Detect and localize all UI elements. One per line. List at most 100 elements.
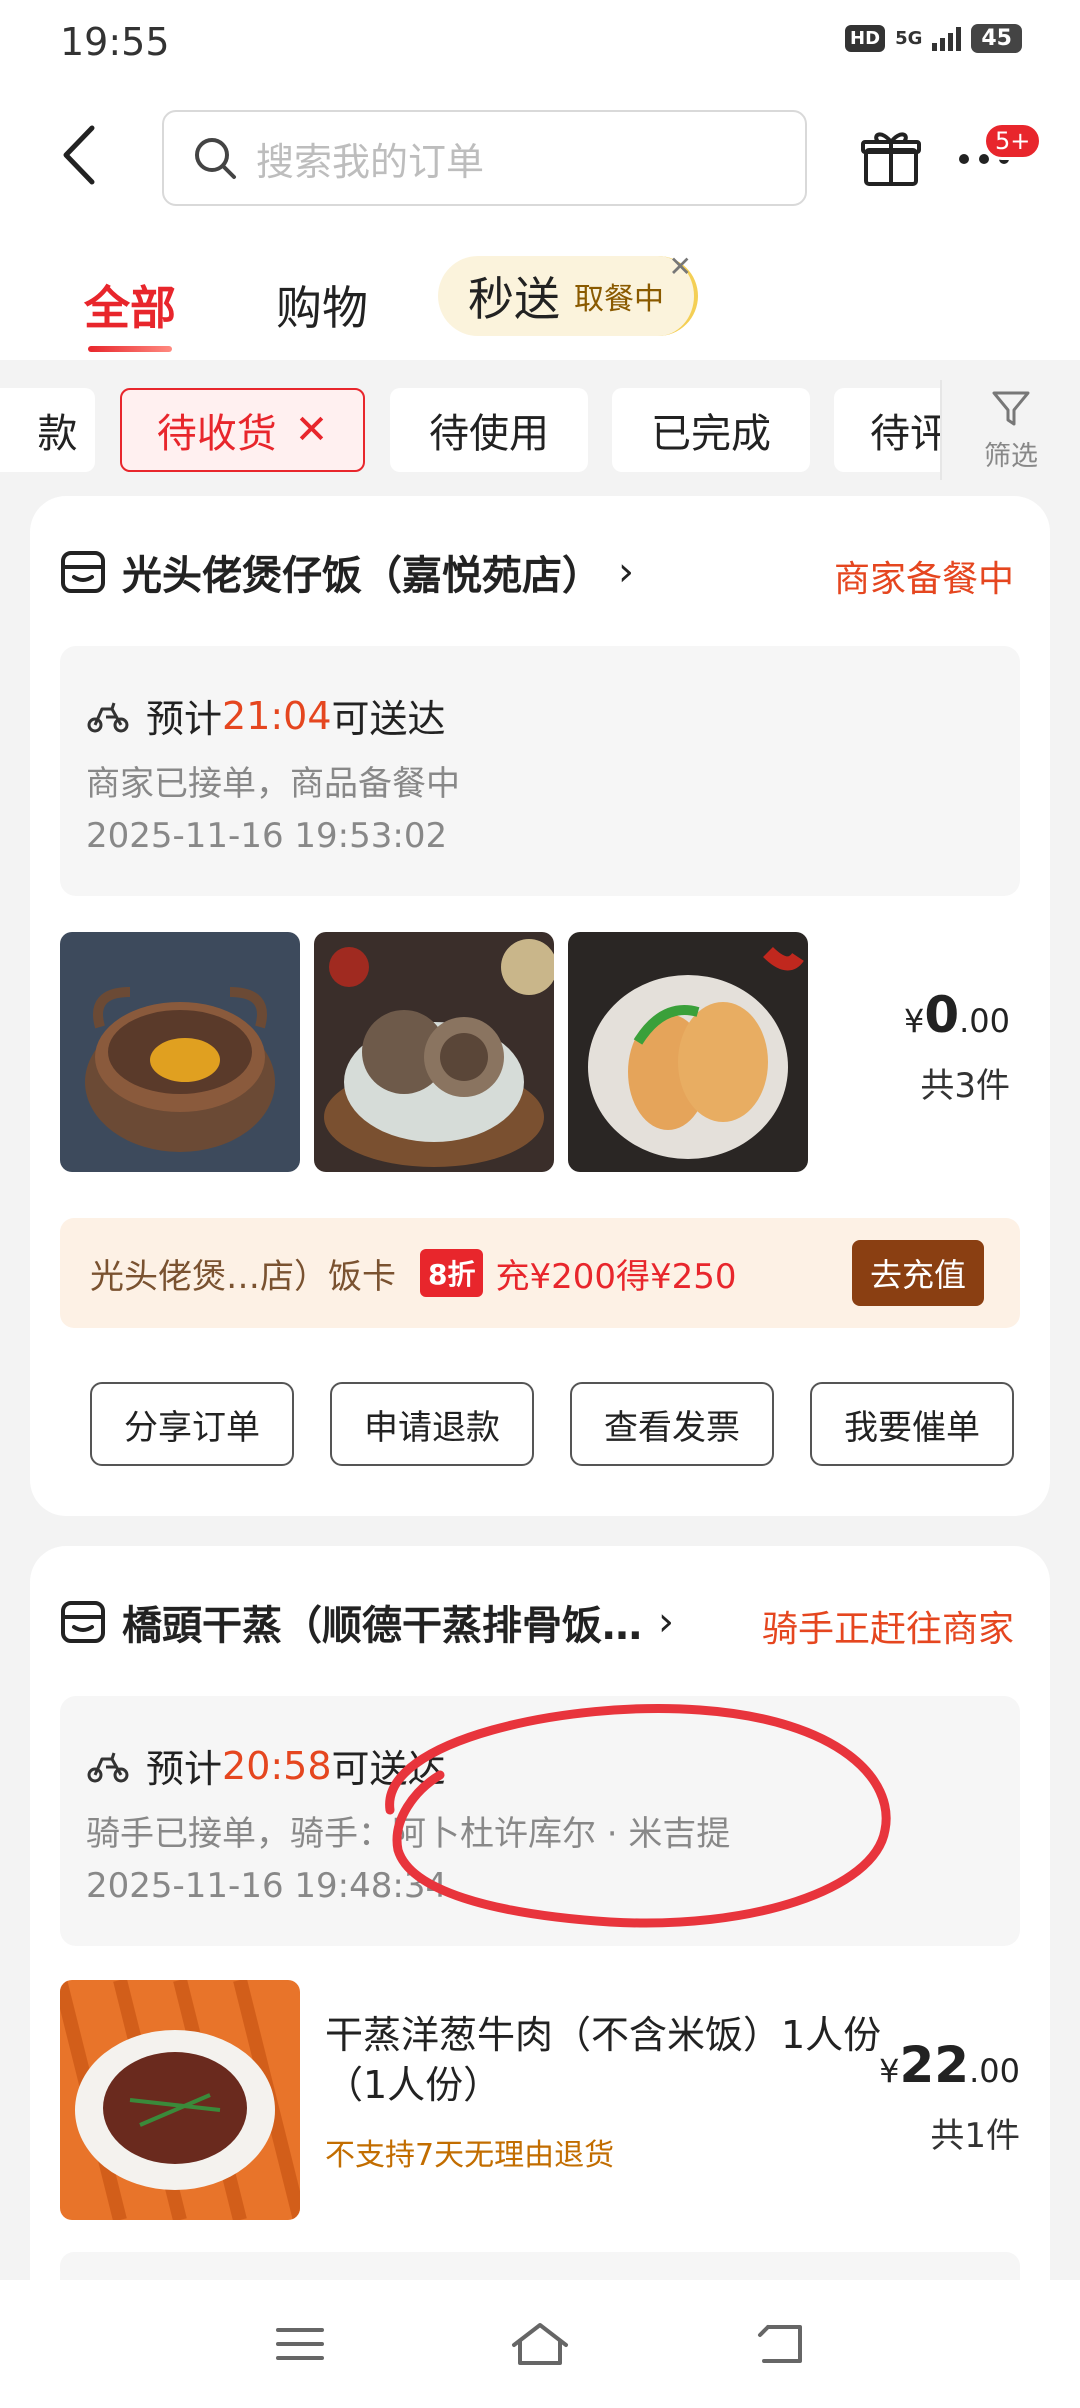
chip-completed[interactable]: 已完成 bbox=[612, 388, 810, 472]
scooter-icon bbox=[87, 702, 129, 732]
shop-row[interactable]: 橋頭干蒸（顺德干蒸排骨饭… › 骑手正赶往商家 bbox=[60, 1592, 1014, 1652]
share-order-button[interactable]: 分享订单 bbox=[90, 1382, 294, 1466]
tab-express[interactable]: 秒送 取餐中 ✕ bbox=[438, 250, 698, 336]
chevron-left-icon bbox=[63, 125, 95, 185]
chip-label: 已完成 bbox=[651, 411, 771, 457]
shop-row[interactable]: 光头佬煲仔饭（嘉悦苑店） › 商家备餐中 bbox=[60, 542, 1014, 602]
recharge-button[interactable]: 去充值 bbox=[851, 1240, 984, 1306]
item-thumbnails[interactable] bbox=[60, 932, 808, 1172]
eta-line: 预计 20:58 可送达 bbox=[86, 1738, 446, 1793]
price-integer: 22 bbox=[899, 2036, 970, 2094]
tab-express-label: 秒送 bbox=[468, 272, 560, 326]
back-button[interactable] bbox=[56, 120, 104, 190]
order-time: 2025-11-16 19:53:02 bbox=[86, 816, 448, 856]
currency-symbol: ¥ bbox=[903, 1002, 925, 1040]
eta-time: 21:04 bbox=[222, 693, 332, 738]
tab-all[interactable]: 全部 bbox=[84, 272, 176, 352]
chip-label: 待评 bbox=[870, 411, 950, 457]
view-invoice-button[interactable]: 查看发票 bbox=[570, 1382, 774, 1466]
chip-label: 款 bbox=[37, 411, 78, 457]
filter-icon bbox=[992, 391, 1030, 425]
price-decimal: .00 bbox=[959, 1002, 1010, 1040]
item-count: 共1件 bbox=[930, 2116, 1020, 2156]
home-icon bbox=[512, 2323, 568, 2365]
chip-to-receive[interactable]: 待收货 ✕ bbox=[120, 388, 365, 472]
header: 搜索我的订单 5+ bbox=[0, 90, 1080, 230]
shop-icon bbox=[61, 1601, 105, 1643]
tab-shopping[interactable]: 购物 bbox=[276, 272, 368, 338]
chevron-right-icon: › bbox=[618, 549, 634, 595]
search-icon bbox=[195, 138, 236, 179]
shop-name[interactable]: 光头佬煲仔饭（嘉悦苑店） bbox=[122, 543, 602, 601]
item-count: 共3件 bbox=[920, 1066, 1010, 1106]
back-icon bbox=[758, 2325, 802, 2363]
currency-symbol: ¥ bbox=[879, 2052, 900, 2090]
filter-chips: 款 待收货 ✕ 待使用 已完成 待评 筛选 bbox=[0, 360, 1080, 480]
discount-badge: 8折 bbox=[420, 1249, 484, 1297]
return-policy-note: 不支持7天无理由退货 bbox=[325, 2138, 615, 2173]
menu-icon bbox=[276, 2328, 324, 2360]
battery-icon: 45 bbox=[971, 24, 1022, 53]
order-status: 商家备餐中 bbox=[833, 559, 1014, 600]
system-nav-bar bbox=[0, 2280, 1080, 2408]
eta-prefix: 预计 bbox=[146, 697, 223, 741]
order-price: ¥0.00 共3件 bbox=[904, 986, 1010, 1107]
order-card[interactable]: 橋頭干蒸（顺德干蒸排骨饭… › 骑手正赶往商家 预计 20:58 可送达 骑手已接单… bbox=[30, 1546, 1050, 2346]
order-actions: 分享订单 申请退款 查看发票 我要催单 bbox=[90, 1382, 1014, 1466]
eta-suffix: 可送达 bbox=[331, 1747, 446, 1791]
promo-card-name: 光头佬煲…店）饭卡 bbox=[90, 1256, 396, 1297]
rider-detail: 骑手已接单，骑手：阿卜杜许库尔 · 米吉提 bbox=[86, 1814, 731, 1854]
food-image bbox=[60, 932, 300, 1172]
notification-badge: 5+ bbox=[983, 122, 1043, 160]
order-time: 2025-11-16 19:48:34 bbox=[86, 1866, 448, 1906]
scooter-icon bbox=[87, 1752, 129, 1782]
order-status: 骑手正赶往商家 bbox=[761, 1609, 1014, 1650]
promo-banner[interactable]: 光头佬煲…店）饭卡 8折 充¥200得¥250 去充值 bbox=[60, 1218, 1020, 1328]
chip-label: 待使用 bbox=[429, 411, 549, 457]
promo-offer: 充¥200得¥250 bbox=[495, 1256, 737, 1297]
gift-icon bbox=[861, 132, 921, 186]
more-button[interactable]: 5+ bbox=[955, 122, 1043, 190]
tab-express-status: 取餐中 bbox=[574, 282, 664, 317]
home-nav-button[interactable] bbox=[505, 2309, 575, 2379]
search-placeholder: 搜索我的订单 bbox=[256, 139, 485, 184]
urge-order-button[interactable]: 我要催单 bbox=[810, 1382, 1014, 1466]
eta-time: 20:58 bbox=[222, 1743, 332, 1788]
menu-nav-button[interactable] bbox=[265, 2309, 335, 2379]
gift-button[interactable] bbox=[860, 128, 922, 190]
food-image bbox=[314, 932, 554, 1172]
food-image[interactable] bbox=[60, 1980, 300, 2220]
eta-prefix: 预计 bbox=[146, 1747, 223, 1791]
order-detail: 商家已接单，商品备餐中 bbox=[86, 764, 460, 804]
status-bar: 19:55 HD 5G 45 bbox=[0, 0, 1080, 90]
request-refund-button[interactable]: 申请退款 bbox=[330, 1382, 534, 1466]
eta-suffix: 可送达 bbox=[331, 697, 446, 741]
status-icons: HD 5G 45 bbox=[845, 24, 1022, 53]
shop-icon bbox=[61, 551, 105, 593]
network-label: 5G bbox=[895, 27, 923, 49]
order-price: ¥22.00 共1件 bbox=[879, 2036, 1020, 2157]
delivery-info[interactable]: 预计 21:04 可送达 商家已接单，商品备餐中 2025-11-16 19:53:… bbox=[60, 646, 1020, 896]
price-decimal: .00 bbox=[969, 2052, 1020, 2090]
price-integer: 0 bbox=[924, 986, 960, 1044]
filter-label: 筛选 bbox=[984, 440, 1038, 472]
close-icon[interactable]: ✕ bbox=[295, 407, 329, 453]
filter-button[interactable]: 筛选 bbox=[940, 380, 1080, 480]
close-icon[interactable]: ✕ bbox=[669, 250, 692, 283]
signal-icon bbox=[932, 26, 962, 51]
back-nav-button[interactable] bbox=[745, 2309, 815, 2379]
delivery-info[interactable]: 预计 20:58 可送达 骑手已接单，骑手：阿卜杜许库尔 · 米吉提 2025-11… bbox=[60, 1696, 1020, 1946]
order-card[interactable]: 光头佬煲仔饭（嘉悦苑店） › 商家备餐中 预计 21:04 可送达 商家已接单，商品… bbox=[30, 496, 1050, 1516]
chip-to-use[interactable]: 待使用 bbox=[390, 388, 588, 472]
chevron-right-icon: › bbox=[658, 1599, 674, 1645]
item-title[interactable]: 干蒸洋葱牛肉（不含米饭）1人份（1人份） bbox=[325, 2010, 885, 2110]
status-time: 19:55 bbox=[60, 20, 170, 64]
shop-name[interactable]: 橋頭干蒸（顺德干蒸排骨饭… bbox=[122, 1593, 642, 1651]
chip-refund[interactable]: 款 bbox=[0, 388, 95, 472]
hd-icon: HD bbox=[845, 25, 886, 52]
search-input[interactable]: 搜索我的订单 bbox=[162, 110, 807, 206]
chip-label: 待收货 bbox=[156, 411, 277, 457]
category-tabs: 全部 购物 秒送 取餐中 ✕ bbox=[0, 230, 1080, 360]
food-image bbox=[568, 932, 808, 1172]
eta-line: 预计 21:04 可送达 bbox=[86, 688, 446, 743]
